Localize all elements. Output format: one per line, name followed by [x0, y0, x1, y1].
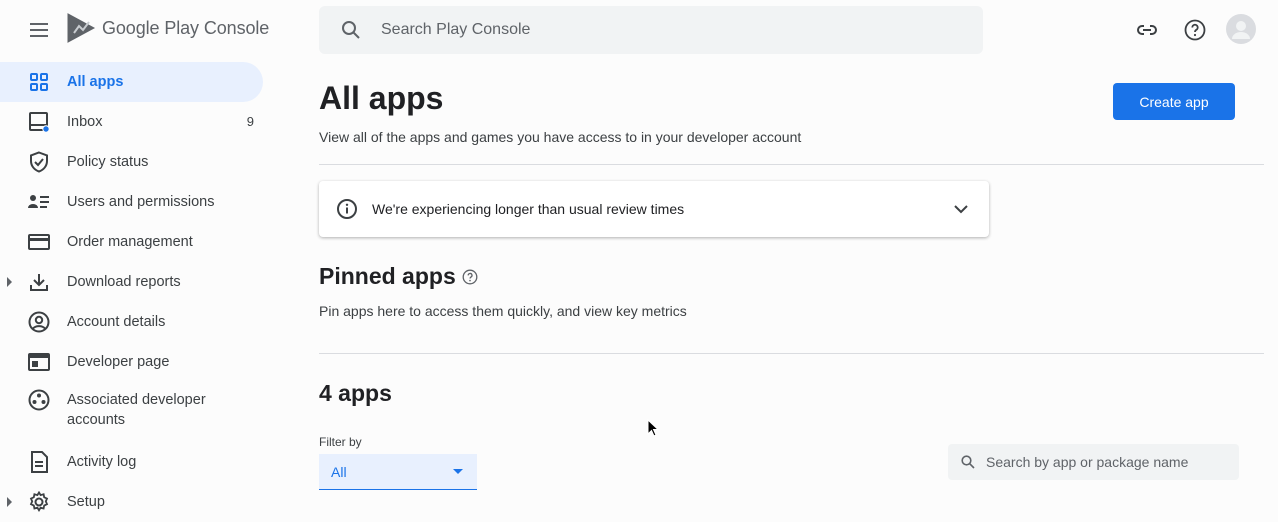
review-times-notice[interactable]: We're experiencing longer than usual rev… [319, 181, 989, 237]
link-icon[interactable] [1133, 16, 1161, 44]
account-circle-icon [28, 311, 50, 333]
notice-text: We're experiencing longer than usual rev… [372, 201, 685, 217]
divider [319, 353, 1264, 354]
filter-dropdown[interactable]: All [319, 454, 477, 490]
pinned-apps-heading: Pinned apps [319, 263, 478, 290]
grid-icon [28, 71, 50, 93]
sidebar-item-label: All apps [67, 74, 124, 90]
pinned-apps-subtitle: Pin apps here to access them quickly, an… [319, 303, 687, 319]
sidebar-item-label: Account details [67, 314, 166, 330]
sidebar-item-developer-page[interactable]: Developer page [0, 342, 270, 382]
search-icon [961, 455, 975, 469]
play-logo-icon [67, 13, 96, 43]
sidebar-nav: All apps Inbox 9 Policy status Users and… [0, 62, 270, 522]
sidebar-item-download-reports[interactable]: Download reports [0, 262, 270, 302]
sidebar-item-label: Setup [67, 494, 105, 510]
sidebar-item-label: Policy status [67, 154, 149, 170]
top-bar: Google Play Console Search Play Console [0, 0, 1278, 60]
filter-label: Filter by [319, 435, 362, 449]
sidebar-item-label: Developer page [67, 354, 170, 370]
help-icon[interactable] [462, 269, 478, 285]
sidebar-item-label: Download reports [67, 274, 181, 290]
divider [319, 164, 1264, 165]
sidebar-item-all-apps[interactable]: All apps [0, 62, 263, 102]
logo-text: Google Play Console [102, 17, 270, 38]
avatar[interactable] [1225, 13, 1257, 45]
expand-caret-icon[interactable] [7, 277, 12, 287]
sidebar-item-label: Inbox [67, 114, 103, 130]
page-subtitle: View all of the apps and games you have … [319, 129, 802, 145]
filter-value: All [331, 463, 347, 480]
mouse-cursor-icon [647, 419, 660, 437]
inbox-count-badge: 9 [246, 114, 254, 129]
sidebar-item-label: Activity log [67, 454, 137, 470]
linked-accounts-icon [28, 389, 50, 411]
inbox-icon [28, 111, 50, 133]
gear-icon [28, 491, 50, 513]
users-list-icon [28, 191, 50, 213]
sidebar-item-activity-log[interactable]: Activity log [0, 442, 270, 482]
page-title: All apps [319, 80, 444, 116]
expand-caret-icon[interactable] [7, 497, 12, 507]
sidebar-item-label: Order management [67, 234, 193, 250]
sidebar-item-account-details[interactable]: Account details [0, 302, 270, 342]
pinned-apps-title: Pinned apps [319, 263, 456, 289]
sidebar-item-users-and-permissions[interactable]: Users and permissions [0, 182, 270, 222]
hamburger-menu-icon[interactable] [26, 18, 52, 42]
dropdown-arrow-icon [453, 469, 463, 474]
app-search-field[interactable]: Search by app or package name [948, 444, 1239, 480]
search-bar[interactable]: Search Play Console [319, 6, 983, 54]
shield-check-icon [28, 151, 50, 173]
chevron-down-icon[interactable] [951, 199, 971, 219]
sidebar-item-associated-developer-accounts[interactable]: Associated developer accounts [0, 382, 270, 442]
sidebar-item-order-management[interactable]: Order management [0, 222, 270, 262]
apps-count-heading: 4 apps [319, 380, 392, 406]
download-icon [28, 271, 50, 293]
sidebar-item-inbox[interactable]: Inbox 9 [0, 102, 270, 142]
search-icon [342, 21, 360, 39]
sidebar-item-label: Users and permissions [67, 194, 215, 210]
web-page-icon [28, 351, 50, 373]
search-input[interactable]: Search Play Console [381, 21, 530, 39]
credit-card-icon [28, 231, 50, 253]
sidebar-item-policy-status[interactable]: Policy status [0, 142, 270, 182]
document-icon [28, 451, 50, 473]
info-icon [337, 199, 357, 219]
sidebar-item-setup[interactable]: Setup [0, 482, 270, 522]
play-console-logo[interactable]: Google Play Console [66, 12, 269, 44]
help-icon[interactable] [1181, 16, 1209, 44]
create-app-button[interactable]: Create app [1113, 83, 1235, 120]
sidebar-item-label: Associated developer accounts [67, 392, 206, 428]
app-search-input[interactable]: Search by app or package name [986, 454, 1188, 470]
